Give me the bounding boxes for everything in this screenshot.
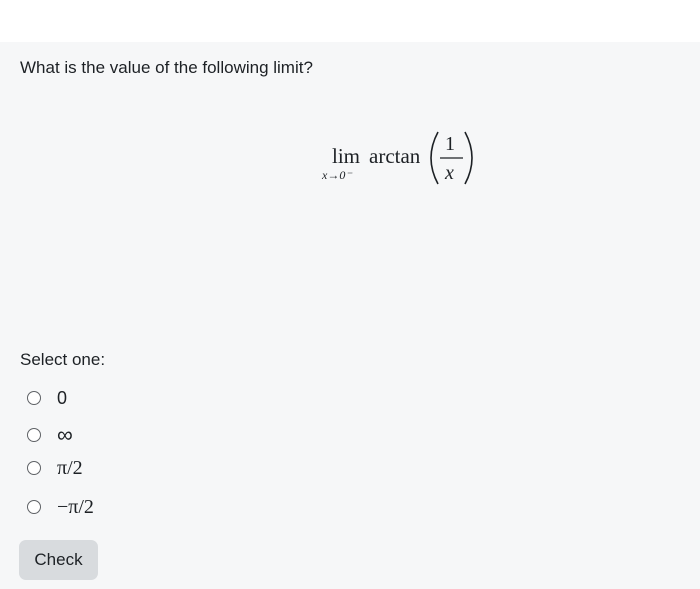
limit-formula: lim x→0⁻ arctan 1 x [320, 124, 490, 194]
fraction-numerator: 1 [445, 133, 455, 155]
option-0[interactable]: 0 [27, 385, 67, 411]
fraction-denominator: x [444, 162, 454, 184]
lim-operator: lim [332, 144, 360, 168]
radio-button[interactable] [27, 461, 41, 475]
option-negative-pi-over-2[interactable]: −π/2 [27, 494, 94, 520]
question-card: What is the value of the following limit… [0, 42, 700, 589]
arctan-function: arctan [369, 144, 421, 168]
option-label: π/2 [57, 457, 83, 479]
check-button[interactable]: Check [19, 540, 98, 580]
question-text: What is the value of the following limit… [20, 58, 313, 77]
radio-button[interactable] [27, 500, 41, 514]
radio-button[interactable] [27, 391, 41, 405]
option-pi-over-2[interactable]: π/2 [27, 455, 83, 481]
radio-button[interactable] [27, 428, 41, 442]
left-paren [430, 131, 439, 185]
option-infinity[interactable]: ∞ [27, 422, 73, 448]
option-label: 0 [57, 388, 68, 408]
select-one-label: Select one: [20, 350, 106, 369]
option-label: −π/2 [57, 496, 94, 518]
right-paren [464, 131, 473, 185]
lim-subscript: x→0⁻ [321, 168, 353, 182]
option-label: ∞ [57, 422, 73, 447]
